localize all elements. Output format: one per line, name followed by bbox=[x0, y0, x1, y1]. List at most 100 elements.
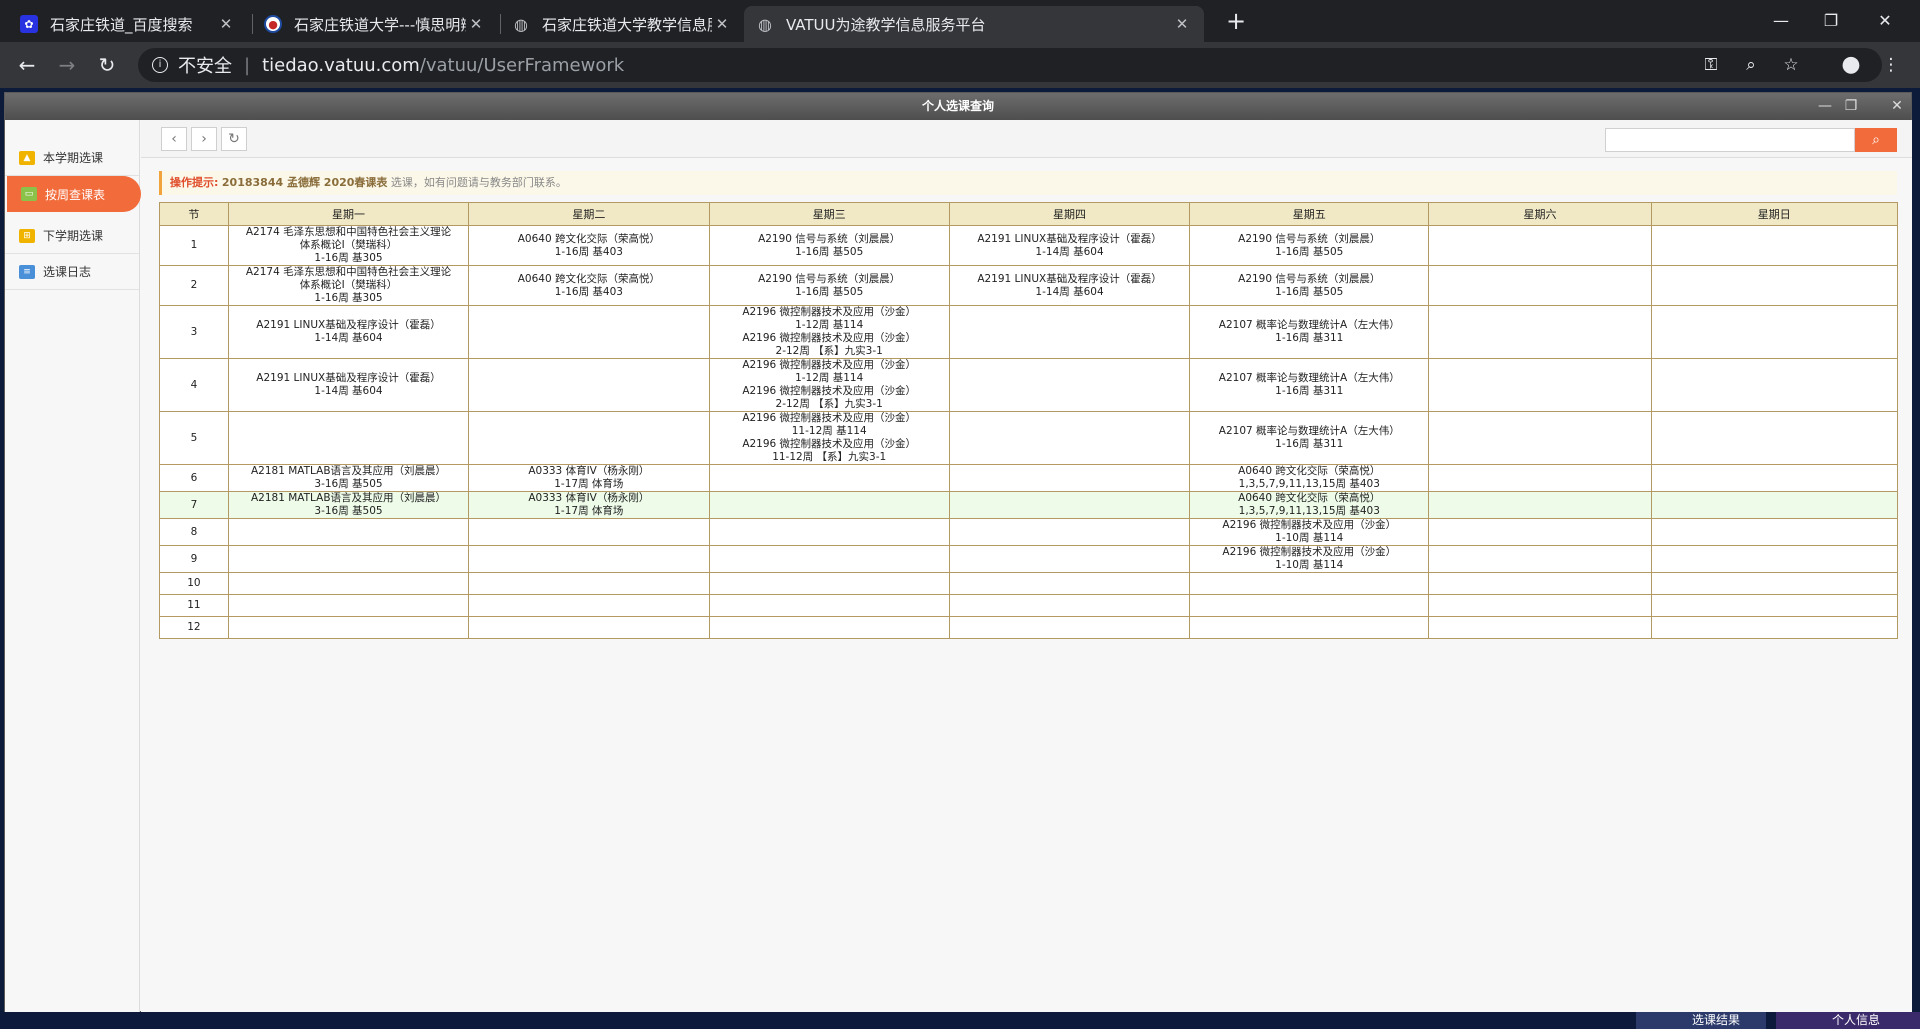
schedule-cell bbox=[468, 358, 710, 412]
taskbar-item-personal-info[interactable]: 个人信息 bbox=[1776, 1012, 1920, 1029]
schedule-cell bbox=[708, 464, 950, 492]
tab-close-icon[interactable]: ✕ bbox=[216, 15, 236, 33]
browser-tab-baidu[interactable]: ✿ 石家庄铁道_百度搜索 ✕ bbox=[8, 6, 248, 42]
schedule-cell: A2181 MATLAB语言及其应用（刘晨晨） 3-16周 基505 bbox=[227, 491, 470, 519]
sidebar-item-next-term-selection[interactable]: ⊞ 下学期选课 bbox=[5, 218, 139, 254]
course-line: 1-12周 基114 bbox=[795, 319, 864, 331]
schedule-cell bbox=[468, 616, 710, 639]
search-input[interactable] bbox=[1605, 128, 1855, 152]
new-tab-button[interactable]: + bbox=[1222, 8, 1250, 36]
url-host: tiedao.vatuu.com bbox=[262, 54, 420, 76]
period-cell: 4 bbox=[159, 358, 229, 412]
schedule-cell: A2181 MATLAB语言及其应用（刘晨晨） 3-16周 基505 bbox=[227, 464, 470, 492]
sidebar-item-current-term-selection[interactable]: ▲ 本学期选课 bbox=[5, 140, 139, 176]
course-line: A2196 微控制器技术及应用（沙金） bbox=[742, 306, 917, 318]
period-cell: 12 bbox=[159, 616, 229, 639]
period-cell: 9 bbox=[159, 545, 229, 573]
schedule-cell: A2107 概率论与数理统计A（左大伟） 1-16周 基311 bbox=[1189, 305, 1430, 359]
schedule-cell bbox=[1650, 616, 1899, 639]
schedule-cell bbox=[468, 411, 710, 465]
browser-tab-university[interactable]: ● 石家庄铁道大学---慎思明辨、知 ✕ bbox=[252, 6, 498, 42]
window-title: 个人选课查询 bbox=[5, 93, 1911, 120]
course-line: 体系概论I（樊瑞科） bbox=[299, 239, 398, 251]
col-header-wednesday: 星期三 bbox=[708, 202, 950, 226]
close-window-icon[interactable]: ✕ bbox=[1862, 6, 1908, 36]
table-row: 3 A2191 LINUX基础及程序设计（霍磊） 1-14周 基604 A2196 微… bbox=[159, 305, 1899, 359]
sidebar-item-selection-log[interactable]: ≡ 选课日志 bbox=[5, 254, 139, 290]
course-line: A2107 概率论与数理统计A（左大伟） bbox=[1218, 319, 1400, 331]
browser-toolbar: ← → ↻ i 不安全 | tiedao.vatuu.com/vatuu/Use… bbox=[0, 42, 1920, 88]
schedule-cell bbox=[1428, 572, 1652, 595]
minimize-window-icon[interactable]: — bbox=[1758, 6, 1804, 36]
reload-icon[interactable]: ↻ bbox=[92, 50, 122, 80]
star-icon[interactable]: ☆ bbox=[1776, 50, 1806, 80]
course-line: A2196 微控制器技术及应用（沙金） bbox=[742, 412, 917, 424]
schedule-cell bbox=[468, 518, 710, 546]
table-row: 8 A2196 微控制器技术及应用（沙金） 1-10周 基114 bbox=[159, 518, 1899, 546]
schedule-cell bbox=[468, 572, 710, 595]
tab-title: VATUU为途教学信息服务平台 bbox=[786, 15, 986, 34]
window-minimize-icon[interactable]: — bbox=[1815, 97, 1835, 116]
col-header-monday: 星期一 bbox=[227, 202, 470, 226]
course-line: A2196 微控制器技术及应用（沙金） bbox=[742, 385, 917, 397]
profile-avatar-icon[interactable]: ● bbox=[1836, 50, 1866, 80]
back-arrow-icon[interactable]: ← bbox=[12, 50, 42, 80]
zoom-icon[interactable]: ⌕ bbox=[1736, 50, 1766, 80]
course-line: 3-16周 基505 bbox=[314, 478, 383, 490]
tab-close-icon[interactable]: ✕ bbox=[712, 15, 732, 33]
sidebar-item-label: 本学期选课 bbox=[43, 151, 104, 165]
col-header-friday: 星期五 bbox=[1189, 202, 1430, 226]
info-icon[interactable]: i bbox=[152, 57, 168, 73]
schedule-cell bbox=[948, 491, 1191, 519]
schedule-cell bbox=[948, 545, 1191, 573]
schedule-cell bbox=[1428, 265, 1652, 306]
taskbar-item-selection-result[interactable]: 选课结果 bbox=[1636, 1012, 1766, 1029]
course-line: A2190 信号与系统（刘晨晨） bbox=[1238, 232, 1381, 245]
course-line: 1-17周 体育场 bbox=[554, 505, 624, 517]
course-line: A2181 MATLAB语言及其应用（刘晨晨） bbox=[250, 465, 447, 477]
schedule-cell bbox=[948, 358, 1191, 412]
next-page-icon[interactable]: › bbox=[191, 127, 217, 151]
schedule-cell: A2107 概率论与数理统计A（左大伟） 1-16周 基311 bbox=[1189, 411, 1430, 465]
window-close-icon[interactable]: ✕ bbox=[1887, 97, 1907, 116]
menu-dots-icon[interactable]: ⋮ bbox=[1876, 50, 1906, 80]
table-row: 7 A2181 MATLAB语言及其应用（刘晨晨） 3-16周 基505 A0333 … bbox=[159, 491, 1899, 519]
schedule-cell bbox=[468, 545, 710, 573]
schedule-cell: A0640 跨文化交际（荣高悦） 1,3,5,7,9,11,13,15周 基403 bbox=[1189, 464, 1430, 492]
search-button[interactable]: ⌕ bbox=[1855, 128, 1897, 152]
course-line: 1-16周 基505 bbox=[795, 245, 864, 258]
address-bar[interactable]: i 不安全 | tiedao.vatuu.com/vatuu/UserFrame… bbox=[138, 48, 1882, 82]
prev-page-icon[interactable]: ‹ bbox=[161, 127, 187, 151]
course-line: A2190 信号与系统（刘晨晨） bbox=[1238, 272, 1381, 285]
course-line: 1-12周 基114 bbox=[795, 372, 864, 384]
course-line: 11-12周 【系】九实3-1 bbox=[772, 451, 887, 463]
course-line: A2196 微控制器技术及应用（沙金） bbox=[742, 359, 917, 371]
tip-message: 选课，如有问题请与教务部门联系。 bbox=[390, 176, 567, 189]
forward-arrow-icon[interactable]: → bbox=[52, 50, 82, 80]
schedule-cell bbox=[468, 305, 710, 359]
schedule-cell bbox=[1428, 594, 1652, 617]
sidebar-item-weekly-schedule[interactable]: ▭ 按周查课表 bbox=[7, 176, 141, 212]
security-status: 不安全 bbox=[178, 56, 232, 77]
restore-window-icon[interactable]: ❐ bbox=[1808, 6, 1854, 36]
course-line: 1-14周 基604 bbox=[314, 385, 383, 397]
course-line: A2107 概率论与数理统计A（左大伟） bbox=[1218, 425, 1400, 437]
schedule-cell: A0640 跨文化交际（荣高悦） 1,3,5,7,9,11,13,15周 基403 bbox=[1189, 491, 1430, 519]
tab-close-icon[interactable]: ✕ bbox=[466, 15, 486, 33]
taskbar-strip: 选课结果 个人信息 bbox=[0, 1012, 1920, 1029]
course-line: A2191 LINUX基础及程序设计（霍磊） bbox=[977, 272, 1162, 285]
browser-tab-teaching-service[interactable]: ◍ 石家庄铁道大学教学信息服务网- ✕ bbox=[500, 6, 744, 42]
course-line: 1,3,5,7,9,11,13,15周 基403 bbox=[1238, 505, 1380, 517]
refresh-icon[interactable]: ↻ bbox=[221, 127, 247, 151]
course-line: 1-10周 基114 bbox=[1275, 532, 1344, 544]
schedule-cell: A2196 微控制器技术及应用（沙金） 1-10周 基114 bbox=[1189, 518, 1430, 546]
course-line: 1-16周 基311 bbox=[1275, 385, 1344, 397]
schedule-cell: A0333 体育IV（杨永刚） 1-17周 体育场 bbox=[468, 464, 710, 492]
window-restore-icon[interactable]: ❐ bbox=[1841, 97, 1861, 116]
key-icon[interactable]: ⚿ bbox=[1696, 50, 1726, 80]
course-line: 1-16周 基505 bbox=[1275, 285, 1344, 298]
course-line: A0333 体育IV（杨永刚） bbox=[528, 465, 650, 477]
browser-tab-vatuu[interactable]: ◍ VATUU为途教学信息服务平台 ✕ bbox=[744, 6, 1204, 42]
tab-close-icon[interactable]: ✕ bbox=[1172, 15, 1192, 33]
schedule-cell: A2191 LINUX基础及程序设计（霍磊） 1-14周 基604 bbox=[948, 225, 1191, 266]
